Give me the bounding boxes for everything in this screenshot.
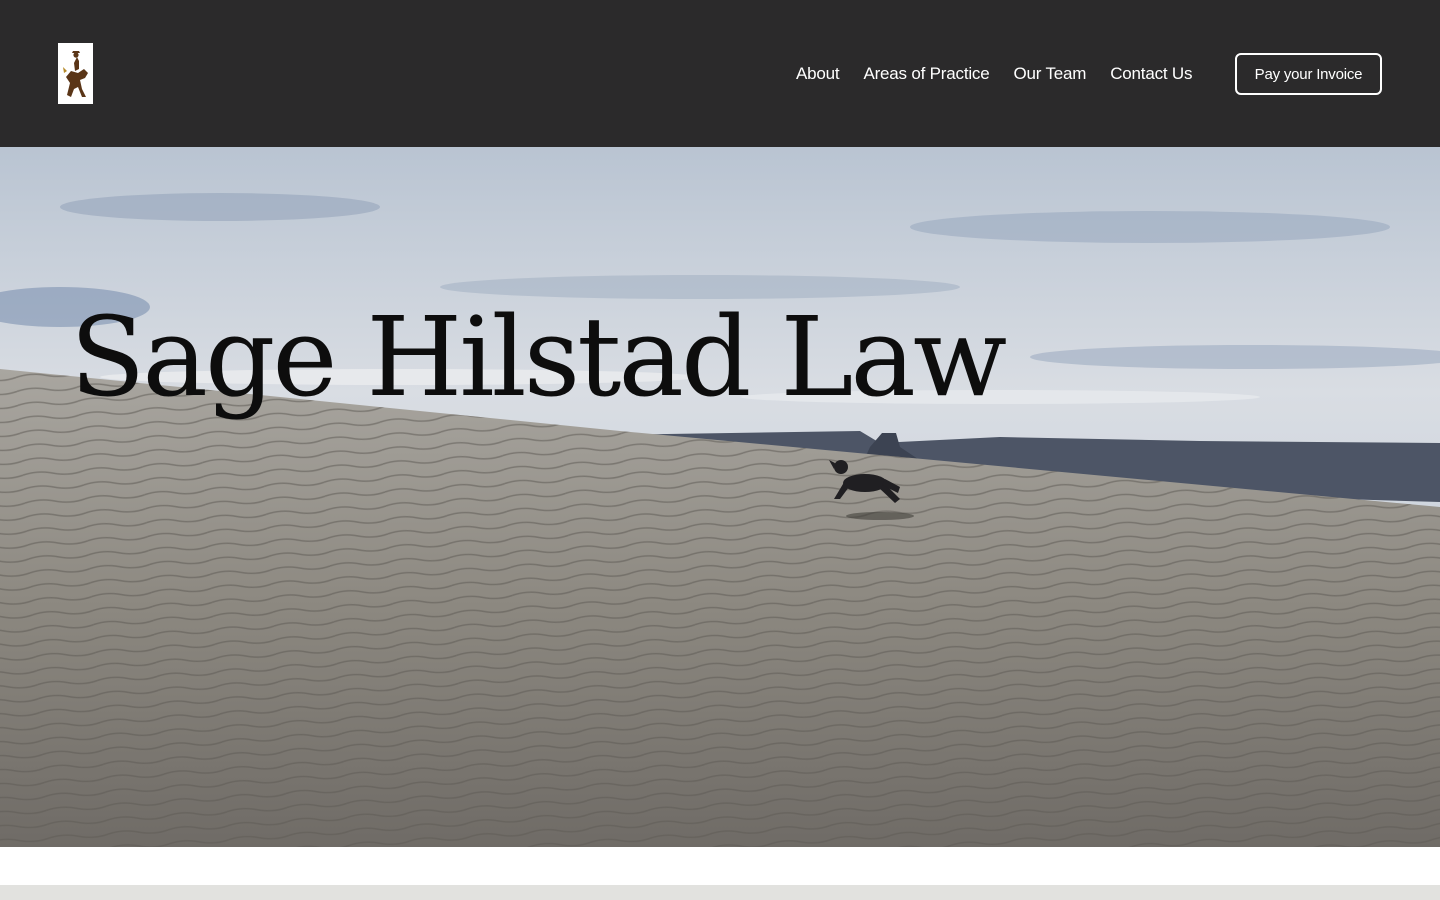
bucking-horse-logo-icon[interactable] <box>58 43 93 104</box>
section-gap <box>0 847 1440 885</box>
hero-title: Sage Hilstad Law <box>70 293 1007 421</box>
next-section-strip <box>0 885 1440 900</box>
nav-link-our-team[interactable]: Our Team <box>1013 64 1086 84</box>
nav-link-areas-of-practice[interactable]: Areas of Practice <box>863 64 989 84</box>
desert-dune-dog-photo <box>0 147 1440 847</box>
main-nav: About Areas of Practice Our Team Contact… <box>796 62 1193 86</box>
hero-section: Sage Hilstad Law <box>0 147 1440 847</box>
nav-link-contact-us[interactable]: Contact Us <box>1110 64 1192 84</box>
pay-invoice-button[interactable]: Pay your Invoice <box>1235 53 1382 95</box>
nav-link-about[interactable]: About <box>796 64 840 84</box>
site-header: About Areas of Practice Our Team Contact… <box>0 0 1440 147</box>
